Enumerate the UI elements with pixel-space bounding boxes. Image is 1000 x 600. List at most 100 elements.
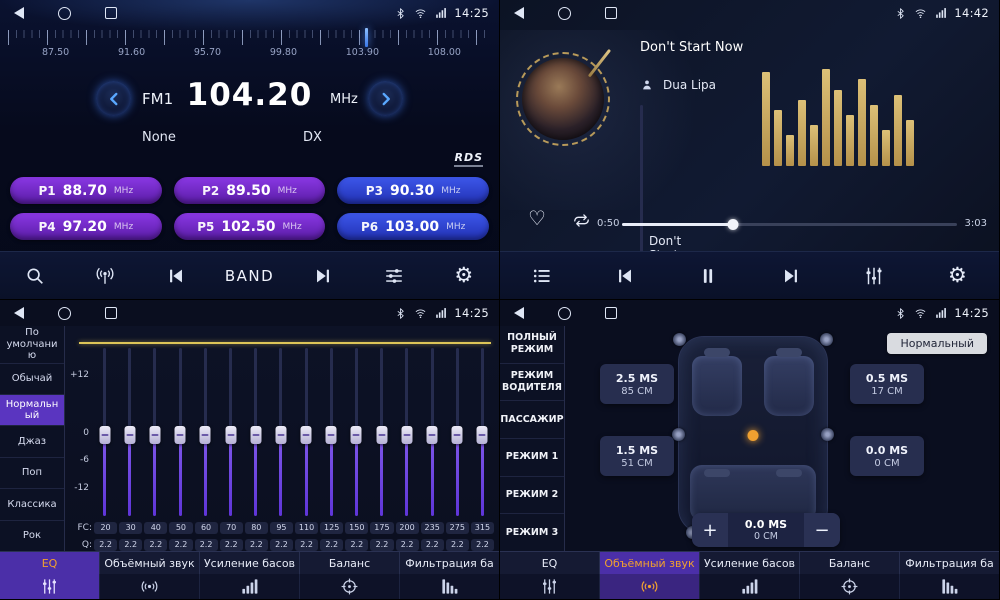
slider-knob[interactable] — [149, 426, 160, 444]
audio-tab-eq[interactable]: EQ — [0, 552, 100, 574]
audio-tab-filter[interactable]: Фильтрация ба — [900, 552, 999, 574]
preset-button-p3[interactable]: P390.30MHz — [337, 177, 489, 204]
next-icon[interactable] — [302, 255, 344, 297]
tuning-pointer[interactable] — [365, 28, 368, 47]
slider-knob[interactable] — [124, 426, 135, 444]
preset-button-p4[interactable]: P497.20MHz — [10, 213, 162, 240]
eq-preset-custom[interactable]: Обычай — [0, 364, 64, 395]
delay-card-front-right[interactable]: 0.5 MS 17 CM — [850, 364, 924, 404]
eq-band-slider-60[interactable] — [193, 348, 218, 516]
previous-icon[interactable] — [604, 255, 646, 297]
audio-tab-eq[interactable]: EQ — [500, 552, 600, 574]
audio-tab-balance[interactable]: Баланс — [800, 552, 900, 574]
tune-sliders-icon[interactable] — [373, 255, 415, 297]
eq-band-slider-200[interactable] — [394, 348, 419, 516]
surround-mode-mode-2[interactable]: РЕЖИМ 2 — [500, 477, 564, 515]
recents-square-icon[interactable] — [105, 7, 117, 19]
gear-icon[interactable]: ⚙ — [936, 255, 978, 297]
back-icon[interactable] — [14, 7, 24, 19]
slider-knob[interactable] — [477, 426, 488, 444]
eq-band-slider-80[interactable] — [243, 348, 268, 516]
sound-profile-button[interactable]: Нормальный — [887, 333, 987, 354]
favorite-heart-icon[interactable]: ♡ — [528, 208, 546, 228]
home-circle-icon[interactable] — [558, 7, 571, 20]
eq-band-slider-150[interactable] — [344, 348, 369, 516]
eq-band-slider-40[interactable] — [142, 348, 167, 516]
surround-mode-mode-1[interactable]: РЕЖИМ 1 — [500, 439, 564, 477]
repeat-icon[interactable] — [572, 211, 591, 234]
slider-knob[interactable] — [401, 426, 412, 444]
slider-knob[interactable] — [275, 426, 286, 444]
playlist-icon[interactable] — [521, 255, 563, 297]
surround-speaker-icon[interactable] — [600, 574, 700, 599]
audio-tab-bass-boost[interactable]: Усиление басов — [200, 552, 300, 574]
seek-up-button[interactable] — [368, 81, 403, 116]
eq-band-slider-175[interactable] — [369, 348, 394, 516]
preset-button-p1[interactable]: P188.70MHz — [10, 177, 162, 204]
home-circle-icon[interactable] — [558, 307, 571, 320]
surround-speaker-icon[interactable] — [100, 574, 200, 599]
slider-knob[interactable] — [175, 426, 186, 444]
audio-tab-bass-boost[interactable]: Усиление басов — [700, 552, 800, 574]
eq-band-slider-95[interactable] — [268, 348, 293, 516]
progress-knob[interactable] — [727, 219, 738, 230]
surround-mode-driver[interactable]: РЕЖИМ ВОДИТЕЛЯ — [500, 364, 564, 402]
slider-knob[interactable] — [376, 426, 387, 444]
eq-preset-rock[interactable]: Рок — [0, 521, 64, 552]
filter-icon[interactable] — [900, 574, 999, 599]
slider-knob[interactable] — [225, 426, 236, 444]
eq-band-slider-20[interactable] — [92, 348, 117, 516]
surround-mode-passenger[interactable]: ПАССАЖИР — [500, 401, 564, 439]
eq-band-slider-125[interactable] — [319, 348, 344, 516]
home-circle-icon[interactable] — [58, 307, 71, 320]
audio-tab-filter[interactable]: Фильтрация ба — [400, 552, 499, 574]
eq-preset-normal[interactable]: Нормальный — [0, 395, 64, 426]
preset-button-p6[interactable]: P6103.00MHz — [337, 213, 489, 240]
listening-position-dot[interactable] — [748, 430, 759, 441]
previous-icon[interactable] — [155, 255, 197, 297]
slider-knob[interactable] — [427, 426, 438, 444]
audio-tab-surround[interactable]: Объёмный звук — [600, 552, 700, 574]
delay-card-rear-left[interactable]: 1.5 MS 51 CM — [600, 436, 674, 476]
slider-knob[interactable] — [99, 426, 110, 444]
frequency-ruler[interactable]: 87.50 91.60 95.70 99.80 103.90 108.00 — [8, 30, 491, 64]
delay-card-rear-right[interactable]: 0.0 MS 0 CM — [850, 436, 924, 476]
eq-sliders-icon[interactable] — [500, 574, 600, 599]
back-icon[interactable] — [514, 307, 524, 319]
recents-square-icon[interactable] — [605, 307, 617, 319]
eq-band-slider-315[interactable] — [470, 348, 495, 516]
broadcast-icon[interactable] — [84, 255, 126, 297]
eq-band-slider-50[interactable] — [168, 348, 193, 516]
preset-button-p5[interactable]: P5102.50MHz — [174, 213, 326, 240]
balance-icon[interactable] — [800, 574, 900, 599]
search-icon[interactable] — [14, 255, 56, 297]
eq-sliders-icon[interactable] — [0, 574, 100, 599]
bass-boost-icon[interactable] — [700, 574, 800, 599]
filter-icon[interactable] — [400, 574, 499, 599]
eq-preset-default[interactable]: По умолчанию — [0, 326, 64, 364]
preset-button-p2[interactable]: P289.50MHz — [174, 177, 326, 204]
audio-tab-surround[interactable]: Объёмный звук — [100, 552, 200, 574]
eq-band-slider-70[interactable] — [218, 348, 243, 516]
back-icon[interactable] — [514, 7, 524, 19]
audio-tab-balance[interactable]: Баланс — [300, 552, 400, 574]
recents-square-icon[interactable] — [605, 7, 617, 19]
home-circle-icon[interactable] — [58, 7, 71, 20]
bass-boost-icon[interactable] — [200, 574, 300, 599]
band-button[interactable]: BAND — [225, 255, 274, 297]
pause-button[interactable] — [687, 255, 729, 297]
recents-square-icon[interactable] — [105, 307, 117, 319]
slider-knob[interactable] — [326, 426, 337, 444]
back-icon[interactable] — [14, 307, 24, 319]
slider-knob[interactable] — [301, 426, 312, 444]
eq-preset-classic[interactable]: Классика — [0, 489, 64, 520]
delay-increase-button[interactable]: + — [692, 513, 728, 547]
eq-band-slider-110[interactable] — [294, 348, 319, 516]
slider-knob[interactable] — [452, 426, 463, 444]
delay-decrease-button[interactable]: − — [804, 513, 840, 547]
surround-mode-mode-3[interactable]: РЕЖИМ 3 — [500, 514, 564, 552]
slider-knob[interactable] — [351, 426, 362, 444]
slider-knob[interactable] — [250, 426, 261, 444]
eq-sliders-icon[interactable] — [853, 255, 895, 297]
next-icon[interactable] — [770, 255, 812, 297]
